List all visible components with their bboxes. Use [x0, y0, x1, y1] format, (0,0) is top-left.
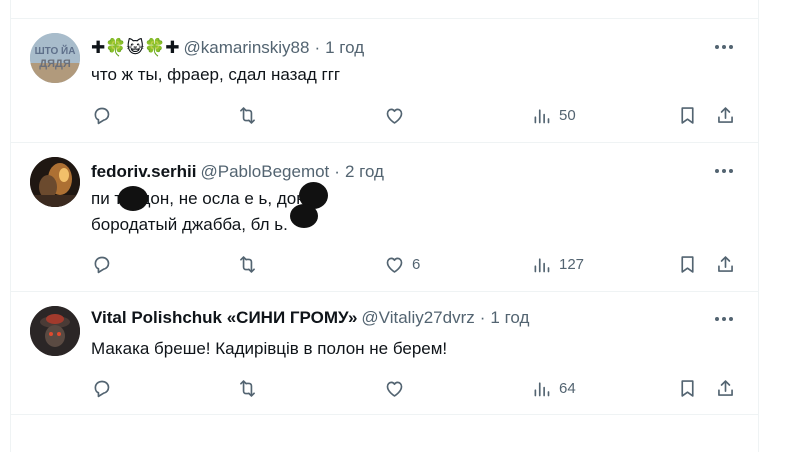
user-handle[interactable]: @Vitaliy27dvrz	[361, 308, 474, 328]
avatar[interactable]	[30, 157, 80, 207]
svg-text:ДЯДЯ: ДЯДЯ	[39, 58, 71, 70]
user-handle[interactable]: @PabloBegemot	[201, 162, 330, 182]
avatar-image	[30, 157, 80, 207]
more-icon[interactable]	[712, 37, 736, 57]
timeline-column: ШТО ЙА ДЯДЯ ✚🍀😺🍀✚ @kamarinskiy88 · 1 год…	[10, 0, 759, 452]
bookmark-button[interactable]	[677, 252, 698, 276]
reply-button[interactable]	[91, 103, 119, 127]
views-count: 127	[559, 255, 585, 273]
separator: ·	[479, 308, 486, 327]
views-icon	[534, 381, 550, 396]
tweet[interactable]: ШТО ЙА ДЯДЯ ✚🍀😺🍀✚ @kamarinskiy88 · 1 год…	[11, 19, 758, 143]
tweet[interactable]: Vital Polishchuk «СИНИ ГРОМУ» @Vitaliy27…	[11, 292, 758, 415]
like-button[interactable]: 6	[384, 252, 420, 276]
views-button[interactable]: 64	[531, 376, 576, 400]
retweet-button[interactable]	[237, 252, 265, 276]
bookmark-icon	[681, 379, 694, 397]
bookmark-icon	[681, 255, 694, 273]
reply-icon	[94, 256, 110, 273]
retweet-icon	[240, 255, 255, 273]
tweet-actions: 64	[91, 376, 751, 400]
timestamp[interactable]: 1 год	[490, 308, 529, 328]
avatar-image: ШТО ЙА ДЯДЯ	[30, 33, 80, 83]
display-name[interactable]: ✚🍀😺🍀✚	[91, 38, 180, 58]
like-count: 6	[412, 255, 421, 273]
heart-icon	[386, 381, 403, 397]
tweet[interactable]: fedoriv.serhii @PabloBegemot · 2 год пи …	[11, 143, 758, 292]
avatar-image	[30, 306, 80, 356]
heart-icon	[386, 257, 403, 273]
tweet-text: Макака бреше! Кадирівців в полон не бере…	[91, 336, 447, 362]
tweet-header: Vital Polishchuk «СИНИ ГРОМУ» @Vitaliy27…	[91, 308, 529, 328]
retweet-icon	[240, 106, 255, 124]
user-handle[interactable]: @kamarinskiy88	[184, 38, 310, 58]
censor-blot	[118, 186, 148, 211]
retweet-icon	[240, 379, 255, 397]
tweet-actions: 6 127	[91, 252, 751, 276]
share-button[interactable]	[715, 103, 736, 127]
tweet-actions: 50	[91, 103, 751, 127]
views-button[interactable]: 50	[531, 103, 576, 127]
bookmark-button[interactable]	[677, 376, 698, 400]
previous-tweet-stub	[11, 0, 758, 19]
tweet-text-line: что ж ты, фраер, сдал назад ггг	[91, 65, 341, 84]
avatar[interactable]: ШТО ЙА ДЯДЯ	[30, 33, 80, 83]
heart-icon	[386, 108, 403, 124]
separator: ·	[314, 38, 321, 57]
share-button[interactable]	[715, 252, 736, 276]
retweet-button[interactable]	[237, 103, 265, 127]
share-icon	[718, 106, 733, 123]
views-count: 50	[559, 106, 576, 124]
tweet-header: fedoriv.serhii @PabloBegemot · 2 год	[91, 162, 384, 182]
bookmark-icon	[681, 106, 694, 124]
display-name[interactable]: fedoriv.serhii	[91, 162, 197, 182]
share-button[interactable]	[715, 376, 736, 400]
like-button[interactable]	[384, 103, 412, 127]
reply-icon	[94, 107, 110, 124]
tweet-text-line: бородатый джабба, бл ь.	[91, 215, 288, 234]
tweet-header: ✚🍀😺🍀✚ @kamarinskiy88 · 1 год	[91, 38, 364, 58]
reply-icon	[94, 380, 110, 397]
more-icon[interactable]	[712, 309, 736, 329]
tweet-text-line: Макака бреше! Кадирівців в полон не бере…	[91, 339, 448, 358]
separator: ·	[334, 162, 340, 181]
display-name[interactable]: Vital Polishchuk «СИНИ ГРОМУ»	[91, 308, 357, 328]
censor-blot	[290, 204, 318, 228]
share-icon	[718, 379, 733, 396]
share-icon	[718, 255, 733, 272]
views-icon	[534, 257, 550, 272]
reply-button[interactable]	[91, 252, 119, 276]
avatar[interactable]	[30, 306, 80, 356]
bookmark-button[interactable]	[677, 103, 698, 127]
retweet-button[interactable]	[237, 376, 265, 400]
views-button[interactable]: 127	[531, 252, 584, 276]
timestamp[interactable]: 1 год	[325, 38, 364, 58]
reply-button[interactable]	[91, 376, 119, 400]
views-count: 64	[559, 379, 576, 397]
like-button[interactable]	[384, 376, 412, 400]
more-icon[interactable]	[712, 161, 736, 181]
svg-text:ШТО ЙА: ШТО ЙА	[35, 44, 76, 57]
views-icon	[534, 108, 550, 123]
tweet-text: что ж ты, фраер, сдал назад ггг	[91, 62, 340, 88]
timestamp[interactable]: 2 год	[345, 162, 384, 182]
